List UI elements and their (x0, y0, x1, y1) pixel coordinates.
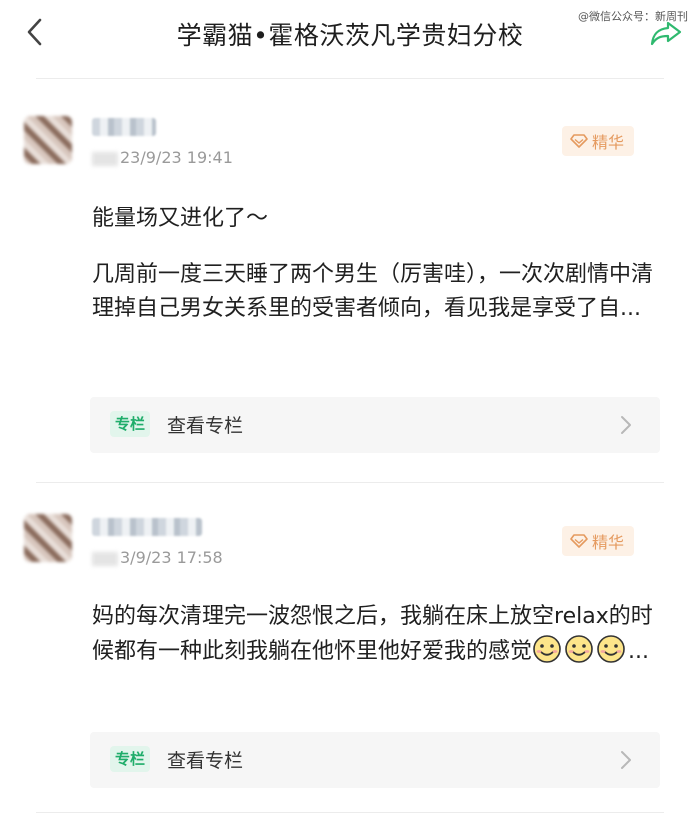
divider (36, 482, 664, 483)
featured-badge: 精华 (561, 526, 634, 556)
share-button[interactable] (650, 20, 682, 46)
smile-emoji-icon (596, 634, 626, 664)
post-paragraph: 妈的每次清理完一波怨恨之后，我躺在床上放空relax的时候都有一种此刻我躺在他怀… (92, 600, 672, 669)
view-column-button[interactable]: 专栏 查看专栏 (90, 397, 660, 453)
smile-emoji-icon (532, 634, 562, 664)
ellipsis: ... (628, 639, 649, 664)
post-paragraph: 能量场又进化了～ (92, 206, 269, 231)
divider (36, 78, 664, 79)
share-arrow-icon (650, 21, 682, 46)
post-card: 23/9/23 19:41 精华 能量场又进化了～ 几周前一度三天睡了两个男生（… (0, 110, 700, 480)
post-paragraph: 几周前一度三天睡了两个男生（厉害哇），一次次剧情中清理掉自己男女关系里的受害者倾… (92, 262, 654, 321)
post-card: 3/9/23 17:58 精华 妈的每次清理完一波怨恨之后，我躺在床上放空rel… (0, 508, 700, 808)
badge-label: 精华 (591, 133, 624, 152)
avatar[interactable] (24, 514, 72, 562)
diamond-icon (570, 134, 588, 148)
column-tag: 专栏 (110, 746, 151, 772)
view-column-button[interactable]: 专栏 查看专栏 (90, 732, 660, 788)
divider (36, 812, 664, 813)
chevron-right-icon (620, 750, 632, 770)
diamond-icon (570, 534, 588, 548)
column-label: 查看专栏 (167, 415, 244, 437)
smile-emoji-icon (564, 634, 594, 664)
featured-badge: 精华 (561, 126, 634, 156)
post-date: 3/9/23 17:58 (92, 548, 223, 567)
column-tag: 专栏 (110, 411, 151, 437)
column-label: 查看专栏 (167, 750, 244, 772)
avatar[interactable] (24, 116, 72, 164)
username-blurred[interactable] (92, 518, 202, 536)
top-bar: 学霸猫•霍格沃茨凡学贵妇分校 @微信公众号：新周刊 (0, 0, 700, 64)
username-blurred[interactable] (92, 118, 156, 136)
post-date: 23/9/23 19:41 (92, 148, 233, 167)
badge-label: 精华 (591, 533, 624, 552)
chevron-right-icon (620, 415, 632, 435)
